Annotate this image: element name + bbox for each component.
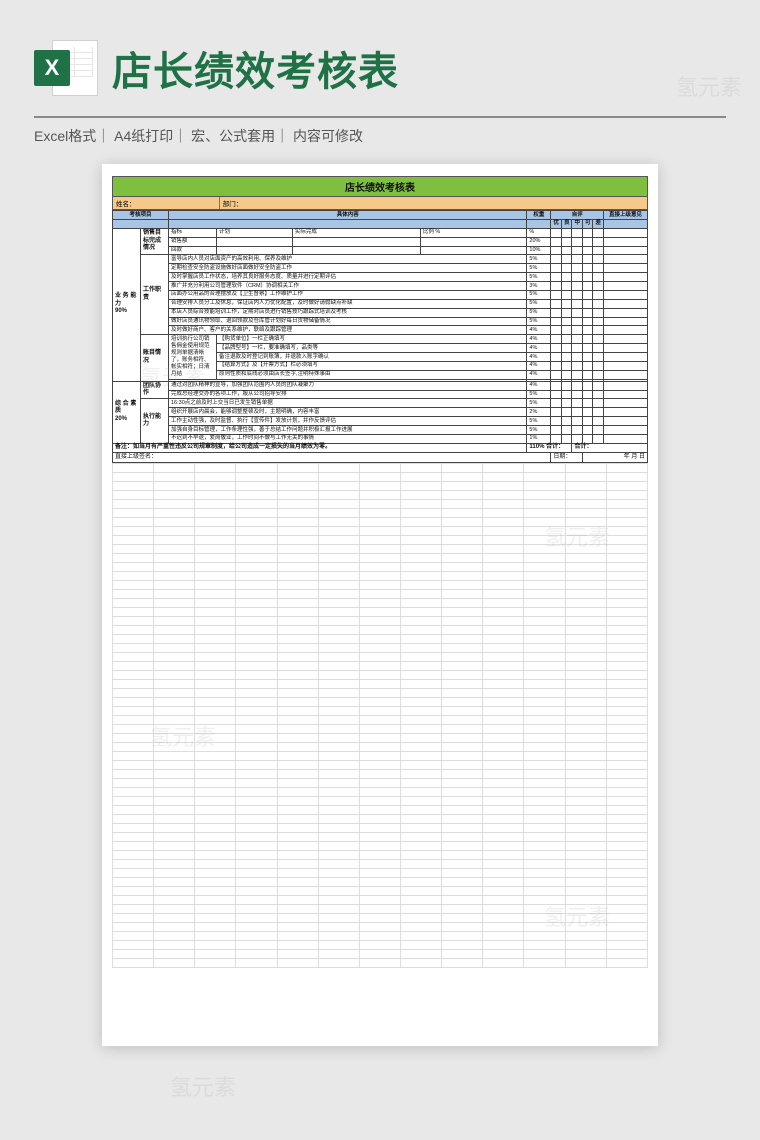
grp-exec: 执行能力 bbox=[141, 399, 169, 443]
cell: 5% bbox=[527, 255, 551, 264]
cell: 5% bbox=[527, 399, 551, 408]
self-b: 良 bbox=[561, 219, 572, 228]
cell: 5% bbox=[527, 290, 551, 299]
date-label: 日期： bbox=[551, 453, 583, 463]
grp-team: 团队协作 bbox=[141, 381, 169, 399]
cell: 不迟到不早退，爱岗敬业，工作时间不做与工作无关的事情 bbox=[169, 434, 527, 443]
grp-sales: 销售目标完成情况 bbox=[141, 228, 169, 255]
col-supervisor: 直接上级意见 bbox=[604, 211, 648, 220]
assessment-table: 考核项目 具体内容 权重 自评 直接上级意见 优 良 中 可 差 业 务 能 力… bbox=[112, 210, 648, 463]
cell: 店面办公用品的合理摆放及【卫生督察】工作维护工作 bbox=[169, 290, 527, 299]
cell: 5% bbox=[527, 264, 551, 273]
cell: 16:30点之前及时上交当日已发生销售单据 bbox=[169, 399, 527, 408]
self-e: 差 bbox=[593, 219, 604, 228]
cell: 1% bbox=[527, 434, 551, 443]
cell: 5% bbox=[527, 426, 551, 435]
cell: 4% bbox=[527, 335, 551, 344]
cell: 培训执行公司销售佣金使用规范规则单据清晰了，账务相符、帐实相符；日清月结 bbox=[169, 335, 217, 379]
self-d: 可 bbox=[582, 219, 593, 228]
col-self: 自评 bbox=[551, 211, 604, 220]
page-header: X 店长绩效考核表 bbox=[0, 0, 760, 110]
cell: 4% bbox=[527, 381, 551, 390]
col-content: 具体内容 bbox=[169, 211, 527, 220]
cell: 5% bbox=[527, 417, 551, 426]
cell: 20% bbox=[527, 237, 551, 246]
cell: 5% bbox=[527, 308, 551, 317]
cell: 2% bbox=[527, 408, 551, 417]
cell: 【品牌型号】一栏，要准确填写，品类等 bbox=[217, 344, 527, 353]
sign-label: 直接上级签名： bbox=[113, 453, 551, 463]
cat-quality: 综 合 素 质20% bbox=[113, 381, 141, 443]
cell: 加强自身目标管理，工作条理性强，善于总结工作问题并积极汇报工作进展 bbox=[169, 426, 527, 435]
grp-duty: 工作职责 bbox=[141, 255, 169, 335]
cell: 原则性质和底线必须由店长签字,注明特殊事由 bbox=[217, 370, 527, 379]
dept-label: 部门： bbox=[220, 197, 647, 209]
cell: 工作主动性强，及时监督、执行【宣传件】发放计划，并作反馈评估 bbox=[169, 417, 527, 426]
cell: 5% bbox=[527, 273, 551, 282]
empty-grid bbox=[112, 463, 648, 968]
self-c: 中 bbox=[572, 219, 583, 228]
self-a: 优 bbox=[551, 219, 562, 228]
cell: 【购货单位】一栏正确填写 bbox=[217, 335, 527, 344]
cell: 完成总经理交办的各项工作，服从公司招导安排 bbox=[169, 390, 527, 399]
divider bbox=[34, 116, 726, 118]
cell: 4% bbox=[527, 326, 551, 335]
date-ymd: 年 月 日 bbox=[582, 453, 647, 463]
name-dept-row: 姓名： 部门： bbox=[112, 197, 648, 210]
name-label: 姓名： bbox=[113, 197, 220, 209]
excel-icon: X bbox=[34, 36, 98, 100]
meta-line: Excel格式｜ A4纸打印｜ 宏、公式套用｜ 内容可修改 bbox=[0, 126, 760, 164]
cell: 做好店员通讯物领取、退回领款及仓库管计划好每日货物储备情况 bbox=[169, 317, 527, 326]
cat-business: 业 务 能 力90% bbox=[113, 228, 141, 381]
cell: 计划 bbox=[217, 228, 293, 237]
cell: 5% bbox=[527, 299, 551, 308]
note: 备注：如当月有严重性违反公司规章制度，给公司造成一定损失的当月绩效为零。 bbox=[113, 443, 527, 453]
cell: 指标 bbox=[169, 228, 217, 237]
excel-x-badge: X bbox=[34, 50, 70, 86]
cell: 定期检查安全防盗设施做好店面做好安全防盗工作 bbox=[169, 264, 527, 273]
cell: 4% bbox=[527, 361, 551, 370]
cell: 实际完成 bbox=[292, 228, 420, 237]
document-preview: 店长绩效考核表 姓名： 部门： 考核项目 具体内容 权重 自评 直接上级意见 优… bbox=[102, 164, 658, 1046]
cell: 4% bbox=[527, 370, 551, 379]
cell: 本店人员综合技能培训工作，定期对店员进行销售技巧跟踪式培训及考核 bbox=[169, 308, 527, 317]
total-1: 110% 合计： bbox=[527, 443, 572, 453]
page-title: 店长绩效考核表 bbox=[112, 39, 399, 97]
cell: 10% bbox=[527, 246, 551, 255]
watermark: 氢元素 bbox=[170, 1070, 236, 1102]
total-2: 合计： bbox=[572, 443, 648, 453]
cell: 【结算方式】及【开票方式】栏必须填写 bbox=[217, 361, 527, 370]
cell: 及时掌握店员工作状态，培养其良好服务态度、质量并进行定期评估 bbox=[169, 273, 527, 282]
cell: 及时做好商户、客户的关系维护，联络及跟踪管理 bbox=[169, 326, 527, 335]
col-weight: 权重 bbox=[527, 211, 551, 220]
cell: 4% bbox=[527, 353, 551, 362]
cell: 合理安排人员分工及休息，保证店内人力优化配置，及时做好请假缺点补缺 bbox=[169, 299, 527, 308]
cell: 4% bbox=[527, 344, 551, 353]
cell: 富导店内人员对店面资产的高效利用、保养及维护 bbox=[169, 255, 527, 264]
cell: 备注退款及时登记到账簿，并退款入账字确认 bbox=[217, 353, 527, 362]
cell: 推广并充分利用公司管理软件（CRM）协调相关工作 bbox=[169, 282, 527, 291]
col-item: 考核项目 bbox=[113, 211, 169, 220]
cell: 回款 bbox=[169, 246, 217, 255]
cell: % bbox=[527, 228, 551, 237]
sheet-title: 店长绩效考核表 bbox=[112, 176, 648, 197]
cell: 组织开展店内晨会，能够调整整顿及时，主题明确，内容丰富 bbox=[169, 408, 527, 417]
grp-account: 账目情况 bbox=[141, 335, 169, 381]
cell: 比例 % bbox=[420, 228, 527, 237]
cell: 3% bbox=[527, 282, 551, 291]
cell: 5% bbox=[527, 390, 551, 399]
cell: 销售额 bbox=[169, 237, 217, 246]
cell: 通过对团队精神的宣导，加强团队范围内人员的团队凝聚力 bbox=[169, 381, 527, 390]
cell: 5% bbox=[527, 317, 551, 326]
